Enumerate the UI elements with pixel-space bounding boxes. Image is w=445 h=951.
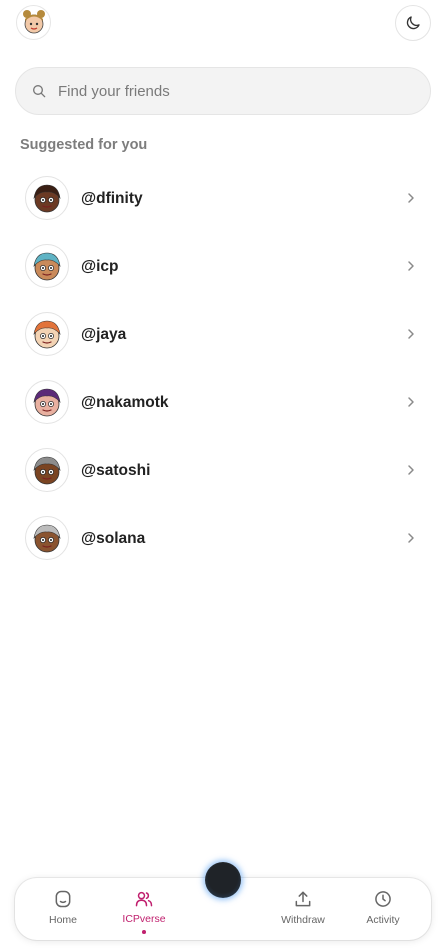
friend-row[interactable]: @nakamotk bbox=[0, 374, 445, 442]
center-action-orb[interactable] bbox=[205, 862, 241, 898]
moon-icon bbox=[406, 16, 420, 30]
nav-label-home: Home bbox=[48, 914, 77, 926]
chevron-right-icon bbox=[404, 530, 418, 546]
friend-handle: @solana bbox=[81, 530, 146, 547]
chevron-right-icon bbox=[404, 462, 418, 478]
nav-label-withdraw: Withdraw bbox=[281, 914, 325, 926]
nav-item-icpverse[interactable]: ICPverse bbox=[112, 888, 176, 934]
friend-handle: @jaya bbox=[81, 326, 127, 343]
home-icon bbox=[52, 888, 74, 910]
chevron-right-icon bbox=[404, 394, 418, 410]
friend-row[interactable]: @satoshi bbox=[0, 442, 445, 510]
profile-avatar-illustration bbox=[22, 9, 45, 33]
friend-row[interactable]: @jaya bbox=[0, 306, 445, 374]
friend-row[interactable]: @icp bbox=[0, 238, 445, 306]
nav-item-home[interactable]: Home bbox=[31, 888, 95, 934]
friend-handle: @dfinity bbox=[81, 190, 143, 207]
upload-icon bbox=[292, 888, 314, 910]
nav-label-activity: Activity bbox=[366, 914, 400, 926]
friend-row[interactable]: @dfinity bbox=[0, 170, 445, 238]
avatar-satoshi bbox=[25, 448, 69, 492]
theme-toggle-button[interactable] bbox=[395, 5, 431, 41]
clock-icon bbox=[372, 888, 394, 910]
search-bar[interactable] bbox=[15, 67, 431, 115]
nav-item-withdraw[interactable]: Withdraw bbox=[271, 888, 335, 934]
avatar-dfinity bbox=[25, 176, 69, 220]
profile-avatar[interactable] bbox=[16, 5, 51, 40]
people-icon bbox=[133, 888, 155, 909]
search-input[interactable] bbox=[58, 82, 398, 100]
top-bar bbox=[0, 0, 445, 50]
nav-item-activity[interactable]: Activity bbox=[351, 888, 415, 934]
avatar-solana bbox=[25, 516, 69, 560]
avatar-nakamotk bbox=[25, 380, 69, 424]
friend-handle: @satoshi bbox=[81, 462, 151, 479]
search-icon bbox=[30, 82, 48, 100]
friend-handle: @icp bbox=[81, 258, 119, 275]
avatar-icp bbox=[25, 244, 69, 288]
nav-label-icpverse: ICPverse bbox=[122, 913, 166, 926]
friend-handle: @nakamotk bbox=[81, 394, 169, 411]
avatar-jaya bbox=[25, 312, 69, 356]
active-indicator bbox=[142, 930, 146, 934]
chevron-right-icon bbox=[404, 190, 418, 206]
chevron-right-icon bbox=[404, 326, 418, 342]
chevron-right-icon bbox=[404, 258, 418, 274]
friend-row[interactable]: @solana bbox=[0, 510, 445, 578]
section-title: Suggested for you bbox=[20, 137, 148, 153]
friends-list: @dfinity @icp @jaya @nakamotk @satoshi @solan… bbox=[0, 170, 445, 578]
